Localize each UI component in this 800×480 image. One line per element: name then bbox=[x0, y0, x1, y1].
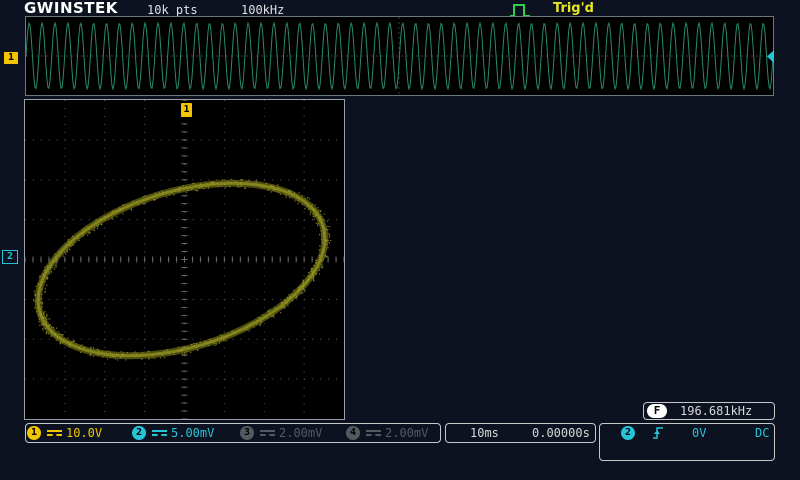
ch2-overview-marker bbox=[767, 50, 774, 63]
record-length: 10k pts bbox=[147, 3, 198, 17]
ch1-scale: 10.0V bbox=[66, 426, 103, 440]
dc-coupling-icon bbox=[366, 430, 381, 438]
trigger-status: Trig'd bbox=[553, 1, 594, 16]
trigger-source-badge: 2 bbox=[621, 426, 635, 440]
waveform-overview[interactable] bbox=[25, 16, 774, 96]
ch1-position-marker[interactable]: 1 bbox=[181, 103, 192, 117]
trigger-level: 0V bbox=[692, 426, 707, 440]
xy-grid bbox=[25, 100, 344, 419]
overview-waveform-plot bbox=[26, 17, 773, 95]
horizontal-position: 0.00000s bbox=[532, 426, 590, 440]
ch1-setting[interactable]: 1 10.0V bbox=[27, 426, 102, 440]
trigger-edge-icon bbox=[510, 4, 530, 17]
frequency-value: 196.681kHz bbox=[680, 404, 753, 418]
ch2-scale: 5.00mV bbox=[171, 426, 215, 440]
rising-edge-icon bbox=[653, 427, 663, 439]
ch1-badge: 1 bbox=[27, 426, 41, 440]
ch3-scale: 2.00mV bbox=[279, 426, 323, 440]
dc-coupling-icon bbox=[260, 430, 275, 438]
ch4-setting[interactable]: 4 2.00mV bbox=[346, 426, 428, 440]
ch2-setting[interactable]: 2 5.00mV bbox=[132, 426, 214, 440]
ch2-badge: 2 bbox=[132, 426, 146, 440]
ch4-badge: 4 bbox=[346, 426, 360, 440]
dc-coupling-icon bbox=[47, 430, 62, 438]
trigger-coupling: DC bbox=[755, 426, 770, 440]
frequency-badge: F bbox=[647, 404, 667, 418]
frequency-counter[interactable]: F 196.681kHz bbox=[643, 402, 775, 420]
brand-logo: GWINSTEK bbox=[24, 0, 118, 17]
timebase-status[interactable]: 10ms 0.00000s bbox=[445, 423, 596, 443]
sample-rate: 100kHz bbox=[241, 3, 285, 17]
ch3-setting[interactable]: 3 2.00mV bbox=[240, 426, 322, 440]
xy-display[interactable] bbox=[24, 99, 345, 420]
oscilloscope-screen: GWINSTEK 10k pts 100kHz Trig'd 1 1 2 1 10… bbox=[0, 0, 800, 480]
ch1-offset-marker[interactable]: 1 bbox=[4, 52, 18, 64]
dc-coupling-icon bbox=[152, 430, 167, 438]
time-scale: 10ms bbox=[470, 426, 499, 440]
trigger-settings[interactable]: 2 0V DC bbox=[599, 423, 775, 461]
ch4-scale: 2.00mV bbox=[385, 426, 429, 440]
ch3-badge: 3 bbox=[240, 426, 254, 440]
channel-status-bar: 1 10.0V 2 5.00mV 3 2.00mV 4 2.00mV bbox=[25, 423, 441, 443]
ch2-offset-marker[interactable]: 2 bbox=[2, 250, 18, 264]
